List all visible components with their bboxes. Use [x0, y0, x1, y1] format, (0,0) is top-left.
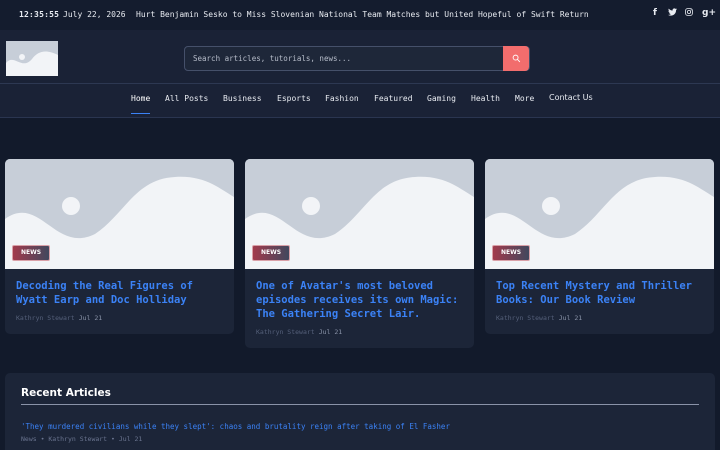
nav-health[interactable]: Health: [471, 94, 500, 103]
article-title[interactable]: One of Avatar's most beloved episodes re…: [256, 279, 463, 321]
article-date: Jul 21: [78, 314, 103, 322]
article-card[interactable]: NEWS Decoding the Real Figures of Wyatt …: [5, 159, 234, 334]
nav-all-posts[interactable]: All Posts: [165, 94, 208, 103]
facebook-icon[interactable]: f: [651, 8, 659, 19]
logo-placeholder-image: [6, 41, 58, 76]
divider: [21, 404, 699, 405]
nav-featured[interactable]: Featured: [374, 94, 413, 103]
nav-contact-us[interactable]: Contact Us: [549, 93, 593, 102]
google-plus-icon[interactable]: g+: [702, 8, 716, 19]
article-card[interactable]: NEWS One of Avatar's most beloved episod…: [245, 159, 474, 348]
site-header: [0, 30, 720, 84]
article-thumbnail[interactable]: NEWS: [485, 159, 714, 269]
clock: 12:35:55: [19, 10, 60, 19]
search-bar: [184, 46, 530, 71]
nav-business[interactable]: Business: [223, 94, 262, 103]
twitter-icon[interactable]: [668, 8, 677, 19]
nav-fashion[interactable]: Fashion: [325, 94, 359, 103]
instagram-icon[interactable]: [685, 8, 693, 19]
article-title[interactable]: Decoding the Real Figures of Wyatt Earp …: [16, 279, 223, 307]
article-author[interactable]: Kathryn Stewart: [496, 314, 555, 322]
category-badge[interactable]: NEWS: [492, 245, 531, 261]
current-date: July 22, 2026: [63, 10, 126, 19]
search-input[interactable]: [185, 47, 503, 70]
social-links: f g+: [651, 8, 716, 19]
category-badge[interactable]: NEWS: [12, 245, 51, 261]
article-author[interactable]: Kathryn Stewart: [16, 314, 75, 322]
nav-home[interactable]: Home: [131, 94, 151, 114]
recent-article-title[interactable]: 'They murdered civilians while they slep…: [21, 422, 450, 431]
article-author[interactable]: Kathryn Stewart: [256, 328, 315, 336]
news-ticker[interactable]: Hurt Benjamin Sesko to Miss Slovenian Na…: [136, 10, 589, 19]
nav-more[interactable]: More: [515, 94, 534, 103]
nav-gaming[interactable]: Gaming: [427, 94, 456, 103]
article-card[interactable]: NEWS Top Recent Mystery and Thriller Boo…: [485, 159, 714, 334]
article-meta: Kathryn Stewart Jul 21: [16, 314, 223, 334]
section-heading: Recent Articles: [21, 387, 111, 399]
nav-esports[interactable]: Esports: [277, 94, 311, 103]
article-title[interactable]: Top Recent Mystery and Thriller Books: O…: [496, 279, 703, 307]
search-icon: [512, 54, 520, 63]
top-bar: 12:35:55 July 22, 2026 Hurt Benjamin Ses…: [0, 0, 720, 30]
recent-articles-section: Recent Articles 'They murdered civilians…: [5, 373, 715, 450]
article-date: Jul 21: [558, 314, 583, 322]
article-thumbnail[interactable]: NEWS: [245, 159, 474, 269]
article-date: Jul 21: [318, 328, 343, 336]
site-logo[interactable]: [6, 41, 58, 76]
search-button[interactable]: [503, 46, 529, 71]
category-badge[interactable]: NEWS: [252, 245, 291, 261]
article-meta: Kathryn Stewart Jul 21: [496, 314, 703, 334]
article-thumbnail[interactable]: NEWS: [5, 159, 234, 269]
recent-article-meta: News • Kathryn Stewart • Jul 21: [21, 435, 143, 443]
main-nav: Home All Posts Business Esports Fashion …: [0, 84, 720, 118]
article-meta: Kathryn Stewart Jul 21: [256, 328, 463, 348]
